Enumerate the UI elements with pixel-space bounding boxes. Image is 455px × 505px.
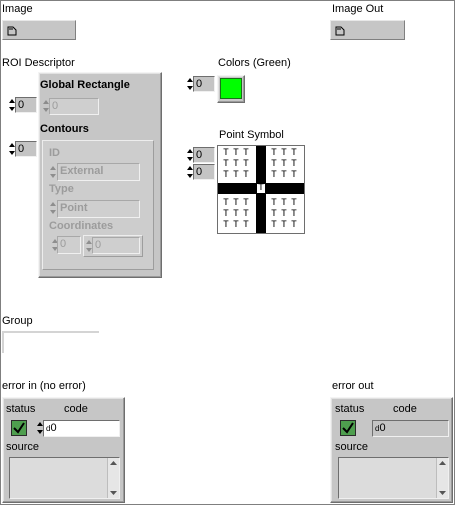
symbol-cell: T: [281, 159, 287, 169]
symbol-cell: T: [291, 198, 297, 208]
symbol-cell: T: [291, 209, 297, 219]
symbol-cell: T: [223, 220, 229, 230]
roi-descriptor-label: ROI Descriptor: [2, 57, 75, 69]
contours-index-input[interactable]: 0: [15, 141, 37, 157]
colors-label: Colors (Green): [218, 57, 291, 69]
image-label: Image: [2, 3, 33, 15]
coordinates-value-field: 0: [92, 237, 140, 254]
symbol-cell: T: [233, 170, 239, 180]
symbol-cell: T: [271, 148, 277, 158]
symbol-cell: T: [223, 170, 229, 180]
global-rectangle-field: 0: [49, 98, 99, 115]
error-in-source-input[interactable]: [9, 457, 120, 499]
coordinates-index-field: 0: [57, 236, 81, 254]
symbol-cell: T: [223, 209, 229, 219]
error-out-source-field: [338, 457, 449, 499]
checkmark-icon: [342, 422, 354, 434]
symbol-cell: T: [281, 148, 287, 158]
checkmark-icon: [13, 422, 25, 434]
point-symbol-col-input[interactable]: 0: [193, 164, 215, 180]
error-in-source-scrollbar[interactable]: [107, 458, 119, 498]
symbol-cell: T: [233, 220, 239, 230]
error-in-code-input[interactable]: d0: [43, 420, 120, 437]
symbol-cell: T: [243, 159, 249, 169]
symbol-cell: T: [233, 148, 239, 158]
error-out-code-label: code: [393, 403, 417, 415]
error-out-label: error out: [332, 380, 374, 392]
contour-type-label: Type: [49, 183, 74, 195]
symbol-cell: T: [243, 148, 249, 158]
symbol-cell: T: [271, 198, 277, 208]
scroll-up-icon: [110, 461, 117, 465]
symbol-cell: T: [271, 220, 277, 230]
symbol-cell: T: [243, 198, 249, 208]
error-out-source-scrollbar[interactable]: [436, 458, 448, 498]
image-icon: [335, 26, 345, 36]
symbol-cell: T: [281, 170, 287, 180]
image-icon: [7, 26, 17, 36]
symbol-cell: T: [223, 148, 229, 158]
contour-type-spinner: [49, 200, 57, 216]
symbol-cell: T: [291, 148, 297, 158]
symbol-cell: T: [291, 159, 297, 169]
error-out-status-label: status: [335, 403, 365, 415]
symbol-cell: T: [223, 198, 229, 208]
symbol-cell: T: [281, 198, 287, 208]
error-in-source-label: source: [6, 441, 40, 453]
contour-id-spinner: [49, 164, 57, 180]
group-label: Group: [2, 315, 33, 327]
scroll-down-icon: [110, 491, 117, 495]
point-symbol-row-input[interactable]: 0: [193, 147, 215, 163]
color-swatch[interactable]: [220, 78, 242, 99]
scroll-up-icon: [439, 461, 446, 465]
colors-index-input[interactable]: 0: [193, 76, 215, 92]
symbol-cell: T: [233, 198, 239, 208]
symbol-cell: T: [243, 209, 249, 219]
error-in-status-label: status: [6, 403, 36, 415]
point-symbol-grid[interactable]: T TTTTTTTTTTTTTTTTTTTTTTTTTTTTTTTTTTTT: [217, 145, 305, 234]
coordinates-label: Coordinates: [49, 220, 114, 232]
scroll-down-icon: [439, 491, 446, 495]
error-out-code-field: d0: [372, 420, 449, 437]
contour-type-field: Point: [57, 200, 140, 218]
symbol-cell: T: [281, 220, 287, 230]
symbol-cell: T: [233, 209, 239, 219]
symbol-cell: T: [271, 170, 277, 180]
error-in-status-checkbox[interactable]: [11, 420, 27, 436]
group-control[interactable]: [2, 331, 99, 353]
image-control[interactable]: [2, 20, 76, 40]
symbol-cell: T: [243, 170, 249, 180]
image-out-indicator: [330, 20, 405, 40]
error-out-status-indicator: [340, 420, 356, 436]
error-out-source-label: source: [335, 441, 369, 453]
symbol-cell: T: [291, 220, 297, 230]
contour-id-label: ID: [49, 147, 60, 159]
roi-index-input[interactable]: 0: [15, 97, 37, 113]
contours-label: Contours: [40, 123, 89, 135]
symbol-cell: T: [243, 220, 249, 230]
global-rectangle-label: Global Rectangle: [40, 79, 130, 91]
symbol-cell: T: [271, 209, 277, 219]
error-out-code-value: 0: [379, 422, 386, 434]
contour-id-field: External: [57, 163, 140, 181]
image-out-label: Image Out: [332, 3, 384, 15]
symbol-center-cell: T: [256, 183, 266, 194]
symbol-cell: T: [233, 159, 239, 169]
error-in-code-value: 0: [50, 422, 57, 434]
error-in-label: error in (no error): [2, 380, 86, 392]
symbol-cell: T: [271, 159, 277, 169]
symbol-cell: T: [281, 209, 287, 219]
symbol-cell: T: [223, 159, 229, 169]
point-symbol-label: Point Symbol: [219, 129, 284, 141]
symbol-cell: T: [291, 170, 297, 180]
error-in-code-label: code: [64, 403, 88, 415]
